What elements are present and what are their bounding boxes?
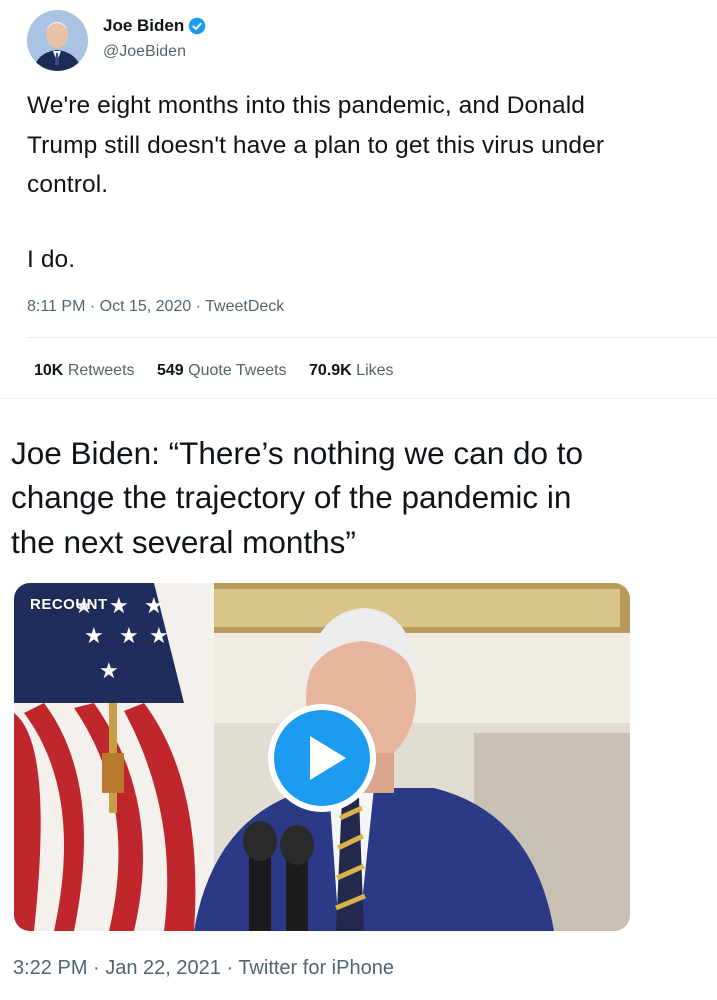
quote-tweets-label: Quote Tweets	[188, 362, 287, 379]
retweets-count: 10K	[34, 362, 64, 379]
verified-badge-icon	[189, 17, 206, 35]
video-watermark-logo: RECOUNT	[30, 596, 108, 613]
author-name-text[interactable]: Joe Biden	[103, 16, 184, 36]
svg-text:★: ★	[109, 594, 129, 619]
tweet-text-line: change the trajectory of the pandemic in	[11, 479, 572, 515]
svg-text:★: ★	[144, 594, 164, 619]
quote-tweets-count: 549	[156, 362, 184, 379]
likes-stat[interactable]: 70.9K Likes	[309, 362, 394, 379]
likes-label: Likes	[356, 362, 394, 379]
tweet-card-top: Joe Biden @JoeBiden We're eight months i…	[0, 0, 717, 399]
tweet-timestamp[interactable]: 3:22 PM · Jan 22, 2021 · Twitter for iPh…	[13, 957, 394, 980]
quote-tweets-stat[interactable]: 549 Quote Tweets	[157, 362, 287, 379]
divider	[27, 337, 717, 338]
tweet-text-line: control.	[27, 171, 109, 198]
author-name[interactable]: Joe Biden	[103, 16, 206, 36]
avatar[interactable]	[27, 10, 88, 71]
svg-text:★: ★	[84, 624, 104, 649]
tweet-text-second-paragraph: I do.	[27, 246, 76, 273]
play-button[interactable]	[268, 704, 376, 812]
svg-text:★: ★	[99, 659, 119, 684]
author-handle[interactable]: @JoeBiden	[103, 43, 186, 61]
tweet-stats: 10K Retweets 549 Quote Tweets 70.9K Like…	[34, 362, 412, 380]
svg-text:★: ★	[119, 624, 139, 649]
tweet-timestamp[interactable]: 8:11 PM · Oct 15, 2020 · TweetDeck	[27, 298, 284, 316]
tweet-text-line: the next several months”	[11, 524, 356, 560]
play-icon	[310, 736, 346, 780]
tweet-text-line: We're eight months into this pandemic, a…	[27, 92, 585, 119]
retweets-label: Retweets	[67, 362, 135, 379]
tweet-text-line: Joe Biden: “There’s nothing we can do to	[11, 435, 584, 471]
retweets-stat[interactable]: 10K Retweets	[34, 362, 135, 379]
svg-text:★: ★	[149, 624, 169, 649]
tweet-text-line: Trump still doesn't have a plan to get t…	[27, 132, 605, 159]
likes-count: 70.9K	[309, 362, 352, 379]
